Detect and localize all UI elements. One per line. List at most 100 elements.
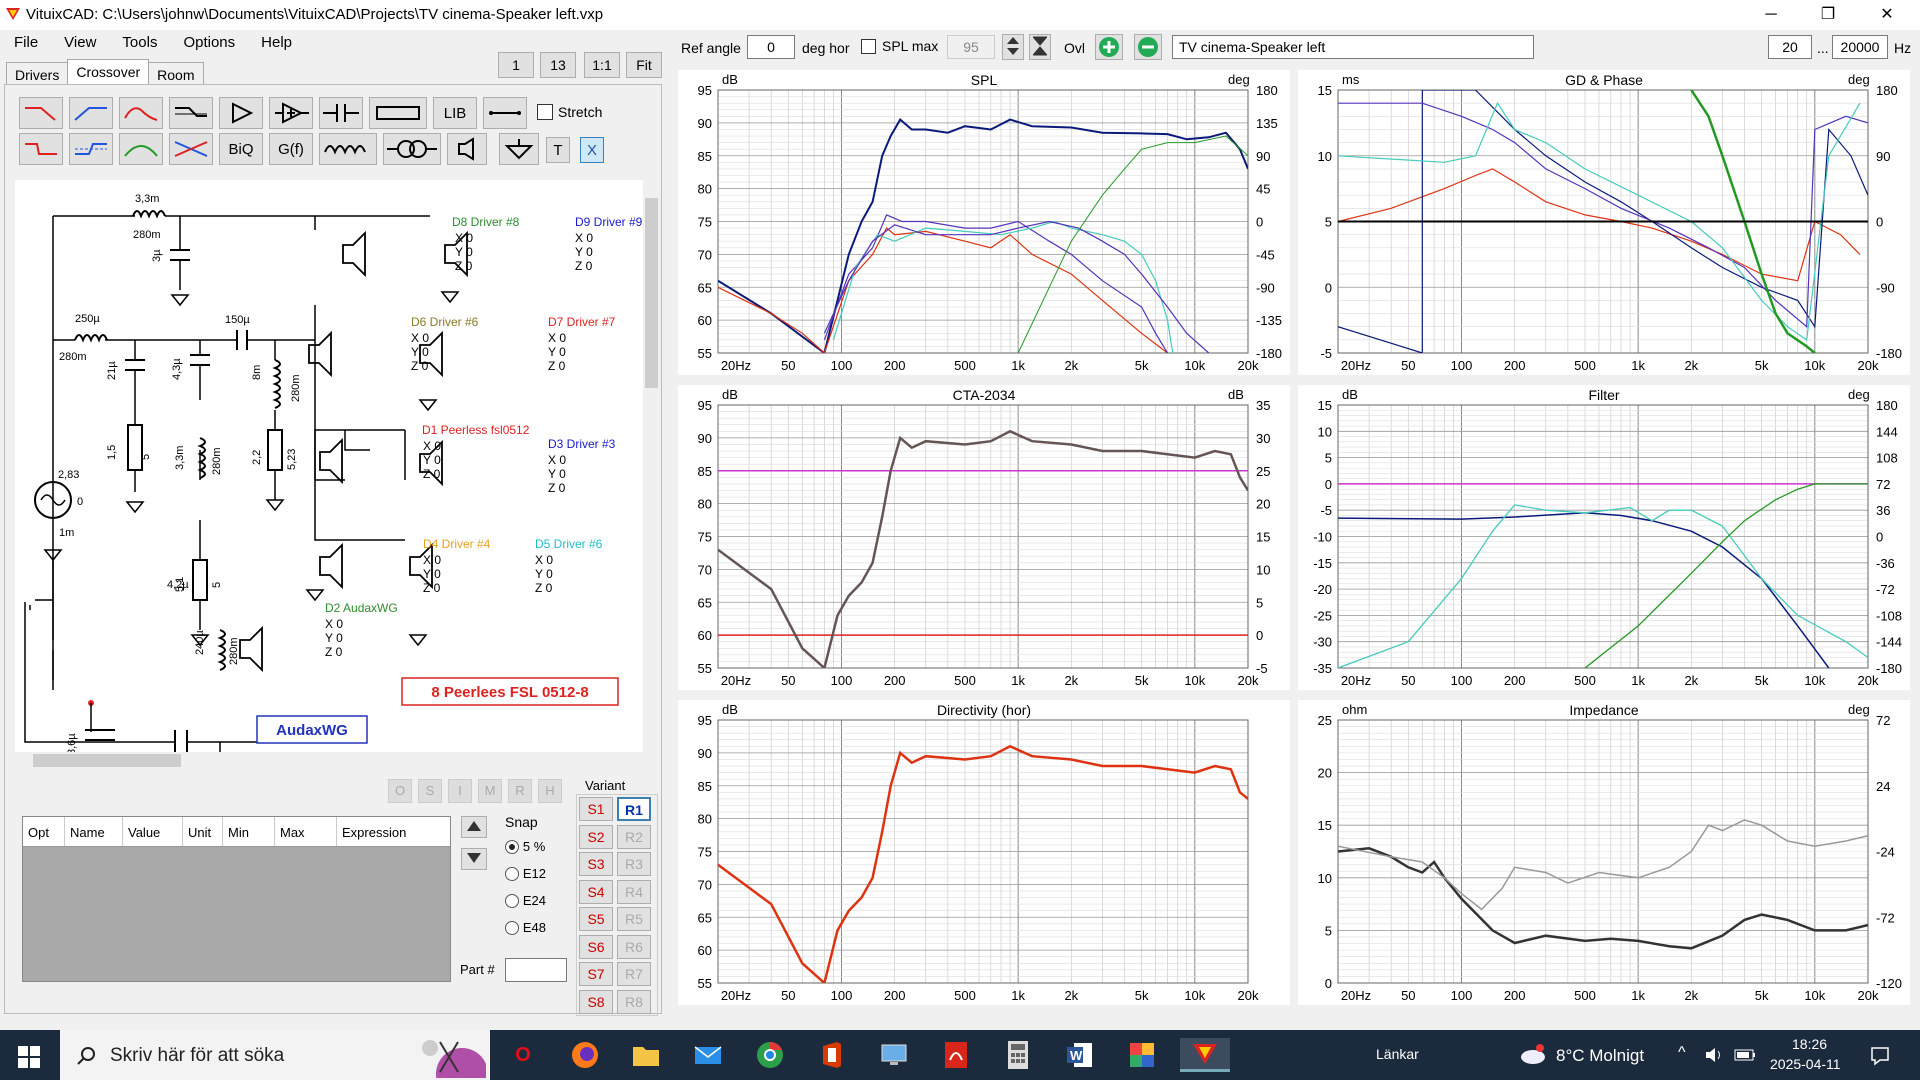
vituixcad-taskbar-icon[interactable] bbox=[1180, 1038, 1230, 1072]
variant-s4-button[interactable]: S4 bbox=[579, 879, 613, 904]
tab-crossover[interactable]: Crossover bbox=[67, 59, 150, 86]
freq-min-input[interactable]: 20 bbox=[1768, 35, 1812, 59]
chart-cta2034[interactable]: 95 90 85 80 75 70 65 60 55 35 30 25 20 15 10 5 0 -5 20Hz 50… bbox=[678, 385, 1290, 690]
highpass-tool[interactable] bbox=[69, 97, 113, 129]
lowpass-tool[interactable] bbox=[19, 97, 63, 129]
variant-s2-button[interactable]: S2 bbox=[579, 824, 613, 849]
lib-button[interactable]: LIB bbox=[433, 97, 477, 129]
inductor-tool[interactable] bbox=[319, 133, 377, 165]
firefox-taskbar-icon[interactable] bbox=[567, 1038, 603, 1072]
variant-r5-button[interactable]: R5 bbox=[617, 907, 651, 931]
opt-o-button[interactable]: O bbox=[388, 779, 412, 803]
menu-file[interactable]: File bbox=[0, 30, 50, 51]
office-taskbar-icon[interactable] bbox=[814, 1038, 850, 1072]
tray-overflow-icon[interactable]: ^ bbox=[1678, 1044, 1686, 1062]
mail-taskbar-icon[interactable] bbox=[690, 1038, 726, 1072]
radio-e24[interactable] bbox=[505, 894, 519, 909]
variant-r1-button[interactable]: R1 bbox=[617, 797, 651, 821]
snap-e12[interactable]: E12 bbox=[505, 865, 546, 882]
move-down-button[interactable] bbox=[461, 848, 487, 870]
battery-icon[interactable] bbox=[1734, 1048, 1756, 1062]
variant-r7-button[interactable]: R7 bbox=[617, 962, 651, 986]
snap-e24[interactable]: E24 bbox=[505, 892, 546, 909]
zoom-1-button[interactable]: 1 bbox=[498, 52, 534, 78]
wire-tool[interactable] bbox=[483, 97, 527, 129]
shelf-tool[interactable] bbox=[169, 97, 213, 129]
hscroll-thumb[interactable] bbox=[33, 754, 181, 767]
highpass2-tool[interactable] bbox=[69, 133, 113, 165]
chart-spl[interactable]: 95 90 85 80 75 70 65 60 55 180 135 90 45 0 -45 -90 -135 -… bbox=[678, 70, 1290, 375]
text-tool[interactable]: T bbox=[546, 137, 570, 163]
buffer-tool[interactable] bbox=[219, 97, 263, 129]
photos-taskbar-icon[interactable] bbox=[1124, 1038, 1160, 1072]
menu-help[interactable]: Help bbox=[247, 30, 304, 51]
stretch-checkbox[interactable] bbox=[537, 104, 553, 120]
menu-view[interactable]: View bbox=[50, 30, 108, 51]
opt-r-button[interactable]: R bbox=[508, 779, 532, 803]
radio-5pct[interactable] bbox=[505, 840, 519, 855]
minimize-button[interactable]: ─ bbox=[1748, 0, 1794, 30]
radio-e12[interactable] bbox=[505, 867, 519, 882]
spl-max-checkbox[interactable] bbox=[861, 39, 876, 54]
schematic-hscroll[interactable] bbox=[15, 752, 645, 769]
freq-max-input[interactable]: 20000 bbox=[1832, 35, 1888, 59]
variant-r4-button[interactable]: R4 bbox=[617, 879, 651, 904]
variant-s8-button[interactable]: S8 bbox=[579, 989, 613, 1014]
opt-m-button[interactable]: M bbox=[478, 779, 502, 803]
notch-tool[interactable] bbox=[169, 133, 213, 165]
part-number-input[interactable] bbox=[505, 958, 567, 982]
opt-i-button[interactable]: I bbox=[448, 779, 472, 803]
delete-tool[interactable]: X bbox=[580, 137, 604, 163]
acrobat-taskbar-icon[interactable] bbox=[938, 1038, 974, 1072]
close-button[interactable]: ✕ bbox=[1864, 0, 1910, 30]
lowpass2-tool[interactable] bbox=[19, 133, 63, 165]
peak-tool[interactable] bbox=[119, 133, 163, 165]
resistor-tool[interactable] bbox=[369, 97, 427, 129]
variant-r2-button[interactable]: R2 bbox=[617, 824, 651, 849]
opt-s-button[interactable]: S bbox=[418, 779, 442, 803]
capacitor-tool[interactable] bbox=[319, 97, 363, 129]
spl-updown-button[interactable] bbox=[1002, 34, 1024, 60]
summing-tool[interactable] bbox=[269, 97, 313, 129]
vscroll-thumb[interactable] bbox=[645, 198, 658, 388]
tab-drivers[interactable]: Drivers bbox=[6, 62, 69, 86]
network-taskbar-icon[interactable] bbox=[876, 1038, 912, 1072]
chart-gd-phase[interactable]: 15 10 5 0 -5 180 90 0 -90 -180 20Hz 50 100 200 500 1k 2k… bbox=[1298, 70, 1910, 375]
taskbar-search-box[interactable]: Skriv här för att söka bbox=[60, 1030, 490, 1080]
clock-time[interactable]: 18:26 bbox=[1792, 1036, 1827, 1052]
ref-angle-input[interactable]: 0 bbox=[747, 35, 795, 59]
variant-s1-button[interactable]: S1 bbox=[579, 797, 613, 821]
opera-taskbar-icon[interactable]: O bbox=[505, 1038, 541, 1072]
chart-directivity[interactable]: 95 90 85 80 75 70 65 60 55 20Hz 50 100 200 500 1k 2k 5k 1… bbox=[678, 700, 1290, 1005]
snap-5pct[interactable]: 5 % bbox=[505, 838, 545, 855]
menu-tools[interactable]: Tools bbox=[108, 30, 169, 51]
maximize-button[interactable]: ❐ bbox=[1805, 0, 1851, 30]
move-up-button[interactable] bbox=[461, 816, 487, 838]
project-name-input[interactable]: TV cinema-Speaker left bbox=[1172, 35, 1534, 59]
optimizer-table[interactable]: Opt Name Value Unit Min Max Expression bbox=[22, 816, 451, 982]
variant-r6-button[interactable]: R6 bbox=[617, 934, 651, 959]
notifications-icon[interactable] bbox=[1870, 1046, 1890, 1066]
links-toolbar[interactable]: Länkar bbox=[1376, 1046, 1419, 1062]
spl-max-input[interactable]: 95 bbox=[947, 35, 995, 59]
schematic-vscroll[interactable] bbox=[643, 180, 660, 752]
zoom-1to1-button[interactable]: 1:1 bbox=[584, 52, 620, 78]
spl-collapse-button[interactable] bbox=[1029, 34, 1051, 60]
variant-s6-button[interactable]: S6 bbox=[579, 934, 613, 959]
tab-room[interactable]: Room bbox=[148, 62, 204, 86]
windows-start-icon[interactable] bbox=[18, 1046, 40, 1068]
chrome-taskbar-icon[interactable] bbox=[752, 1038, 788, 1072]
variant-s3-button[interactable]: S3 bbox=[579, 852, 613, 876]
variant-s7-button[interactable]: S7 bbox=[579, 962, 613, 986]
driver-tool[interactable] bbox=[447, 133, 487, 165]
bandpass-tool[interactable] bbox=[119, 97, 163, 129]
speaker-volume-icon[interactable] bbox=[1704, 1046, 1724, 1064]
ground-tool[interactable] bbox=[499, 133, 539, 165]
variant-r8-button[interactable]: R8 bbox=[617, 989, 651, 1014]
gf-button[interactable]: G(f) bbox=[269, 133, 313, 165]
variant-s5-button[interactable]: S5 bbox=[579, 907, 613, 931]
menu-options[interactable]: Options bbox=[169, 30, 247, 51]
chart-impedance[interactable]: 25 20 15 10 5 0 72 24 -24 -72 -120 20Hz 50 100 200 500 1… bbox=[1298, 700, 1910, 1005]
zoom-13-button[interactable]: 13 bbox=[540, 52, 576, 78]
radio-e48[interactable] bbox=[505, 921, 519, 936]
